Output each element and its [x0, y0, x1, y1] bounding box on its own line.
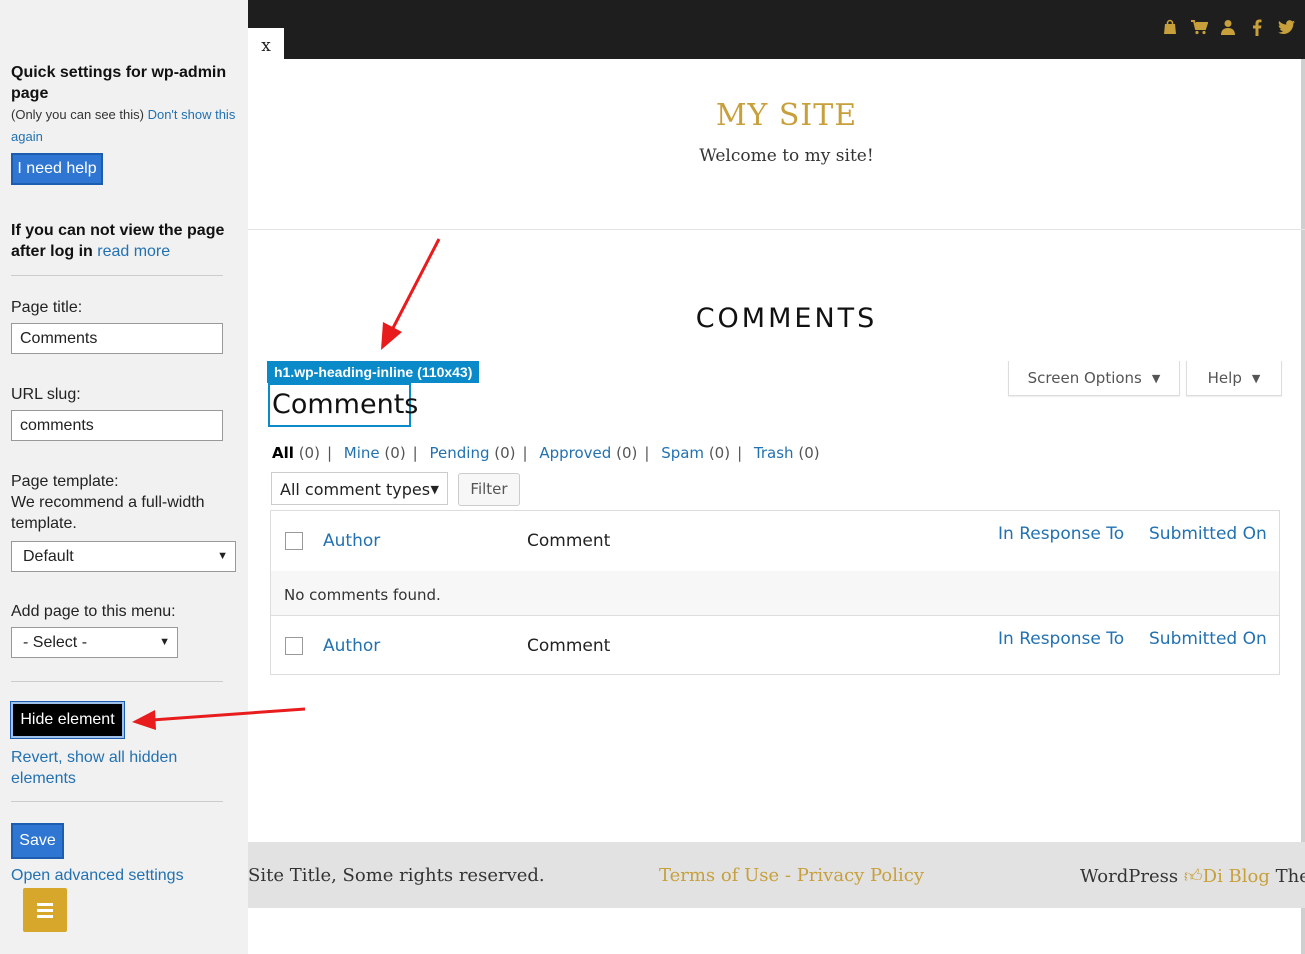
column-submitted-on[interactable]: Submitted On — [1149, 524, 1267, 544]
caret-down-icon: ▼ — [1251, 371, 1261, 385]
filter-button[interactable]: Filter — [458, 473, 520, 506]
url-slug-input[interactable]: comments — [11, 410, 223, 441]
page-template-value: Default — [23, 548, 74, 565]
filter-all[interactable]: All — [272, 444, 294, 462]
filter-count: (0) — [384, 444, 406, 462]
menu-label: Add page to this menu: — [11, 603, 176, 620]
column-in-response-to[interactable]: In Response To — [998, 629, 1124, 649]
filter-count: (0) — [616, 444, 638, 462]
table-header-row: Author Comment In Response To Submitted … — [271, 511, 1279, 572]
filter-count: (0) — [298, 444, 320, 462]
page-template-label-text: Page template: — [11, 473, 119, 490]
column-author[interactable]: Author — [323, 636, 380, 656]
user-icon[interactable] — [1219, 18, 1237, 36]
footer-credit-wordpress[interactable]: WordPress — [1080, 866, 1178, 887]
filter-spam[interactable]: Spam — [661, 444, 704, 462]
social-icons — [1161, 18, 1295, 36]
filter-mine[interactable]: Mine — [344, 444, 380, 462]
hamburger-icon-line — [37, 915, 53, 918]
divider — [11, 801, 223, 802]
page-heading: COMMENTS — [695, 303, 878, 334]
page-template-label: Page template: We recommend a full-width… — [11, 471, 231, 534]
read-more-link[interactable]: read more — [97, 243, 170, 260]
comment-type-select[interactable]: All comment types ▼ — [271, 472, 448, 505]
empty-message: No comments found. — [284, 586, 441, 604]
table-row: No comments found. — [271, 571, 1279, 616]
site-tagline: Welcome to my site! — [699, 146, 874, 166]
site-footer: Site Title, Some rights reserved. Terms … — [248, 842, 1305, 908]
quick-settings-panel: Quick settings for wp-admin page (Only y… — [0, 0, 248, 954]
header-divider — [248, 229, 1305, 230]
site-title[interactable]: MY SITE — [248, 98, 1305, 133]
divider — [11, 275, 223, 276]
divider — [11, 681, 223, 682]
caret-down-icon: ▼ — [1151, 371, 1161, 385]
dropdown-arrow-icon: ▼ — [430, 483, 439, 496]
hide-element-button[interactable]: Hide element — [10, 701, 125, 739]
page-title-input[interactable]: Comments — [11, 323, 223, 354]
select-all-checkbox[interactable] — [285, 637, 303, 655]
screen-options-label: Screen Options — [1027, 369, 1142, 387]
select-all-checkbox[interactable] — [285, 532, 303, 550]
footer-legal-links[interactable]: Terms of Use - Privacy Policy — [659, 865, 924, 886]
hamburger-icon — [37, 903, 53, 906]
visibility-note: (Only you can see this) Don't show this … — [11, 104, 241, 148]
site-top-bar — [248, 0, 1305, 59]
thumbs-up-icon: 👍︎ — [1183, 866, 1203, 887]
filter-count: (0) — [494, 444, 516, 462]
column-author[interactable]: Author — [323, 531, 380, 551]
comments-heading[interactable]: Comments — [268, 383, 418, 427]
url-slug-label: URL slug: — [11, 386, 81, 403]
dropdown-arrow-icon: ▼ — [217, 550, 228, 562]
revert-hidden-link[interactable]: Revert, show all hidden elements — [11, 747, 221, 789]
footer-credit-suffix: Ther — [1275, 866, 1305, 887]
need-help-button[interactable]: I need help — [11, 153, 103, 185]
filter-approved[interactable]: Approved — [539, 444, 611, 462]
screen-options-button[interactable]: Screen Options ▼ — [1008, 361, 1180, 396]
menu-select-value: - Select - — [23, 634, 88, 651]
table-footer-row: Author Comment In Response To Submitted … — [271, 616, 1279, 675]
column-comment: Comment — [527, 636, 611, 656]
facebook-icon[interactable] — [1248, 18, 1266, 36]
scrollbar[interactable] — [1301, 59, 1305, 954]
hamburger-menu-button[interactable] — [23, 888, 67, 932]
dropdown-arrow-icon: ▼ — [159, 636, 170, 648]
menu-select[interactable]: - Select - ▼ — [11, 627, 178, 658]
page-template-note: We recommend a full-width template. — [11, 494, 205, 532]
save-button[interactable]: Save — [11, 823, 64, 859]
hamburger-icon-line — [37, 909, 53, 912]
filter-count: (0) — [708, 444, 731, 462]
advanced-settings-link[interactable]: Open advanced settings — [11, 867, 184, 885]
help-label: Help — [1207, 369, 1242, 387]
shopping-bag-icon[interactable] — [1161, 18, 1179, 36]
filter-trash[interactable]: Trash — [754, 444, 794, 462]
filter-pending[interactable]: Pending — [430, 444, 490, 462]
comment-type-value: All comment types — [280, 480, 431, 499]
cart-icon[interactable] — [1190, 18, 1208, 36]
comments-table: Author Comment In Response To Submitted … — [270, 510, 1280, 675]
close-panel-button[interactable]: x — [248, 28, 284, 64]
footer-credit: WordPress 👍︎Di Blog Ther — [1080, 865, 1305, 887]
element-inspector-tag: h1.wp-heading-inline (110x43) — [267, 361, 480, 383]
footer-copyright: Site Title, Some rights reserved. — [248, 865, 545, 886]
panel-title: Quick settings for wp-admin page — [11, 64, 227, 102]
comment-status-filters: All (0) | Mine (0) | Pending (0) | Approved… — [272, 444, 820, 462]
page-title-label: Page title: — [11, 299, 83, 316]
page-template-select[interactable]: Default ▼ — [11, 541, 236, 572]
twitter-icon[interactable] — [1277, 18, 1295, 36]
login-help-note: If you can not view the page after log i… — [11, 220, 241, 262]
column-comment: Comment — [527, 531, 611, 551]
column-in-response-to[interactable]: In Response To — [998, 524, 1124, 544]
column-submitted-on[interactable]: Submitted On — [1149, 629, 1267, 649]
only-you-note: (Only you can see this) — [11, 107, 144, 122]
footer-credit-theme[interactable]: Di Blog — [1203, 866, 1270, 887]
filter-count: (0) — [798, 444, 820, 462]
help-button[interactable]: Help ▼ — [1186, 361, 1282, 396]
